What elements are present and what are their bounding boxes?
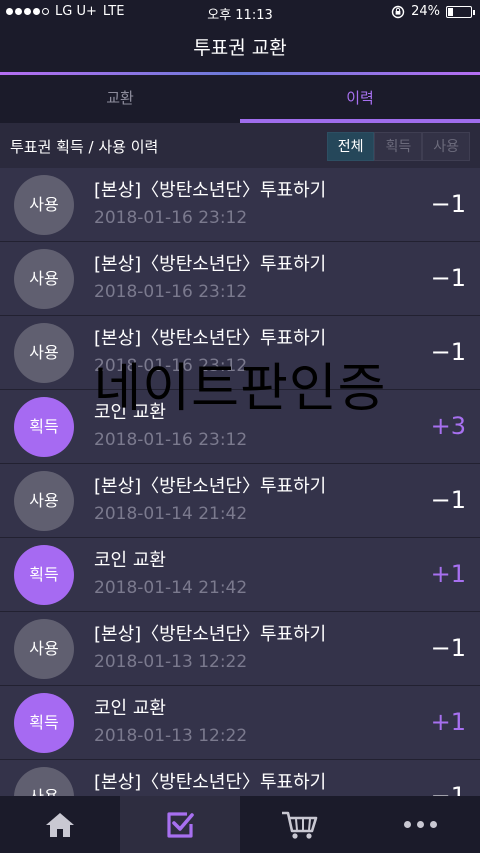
history-row-title: [본상]〈방탄소년단〉투표하기: [94, 624, 327, 645]
history-row-amount: −1: [430, 782, 466, 796]
history-row[interactable]: 사용 [본상]〈방탄소년단〉투표하기 2018-01-16 23:12 −1: [0, 168, 480, 242]
history-row-amount: +3: [430, 412, 466, 440]
history-row-date: 2018-01-16 23:12: [94, 208, 248, 228]
history-row-title: [본상]〈방탄소년단〉투표하기: [94, 772, 327, 793]
history-row-amount: −1: [430, 634, 466, 662]
history-list[interactable]: 사용 [본상]〈방탄소년단〉투표하기 2018-01-16 23:12 −1 사용 [본상…: [0, 168, 480, 796]
history-row[interactable]: 사용 [본상]〈방탄소년단〉투표하기 2018-01-16 23:12 −1: [0, 242, 480, 316]
battery-icon: [446, 5, 475, 18]
history-row-date: 2018-01-16 23:12: [94, 430, 248, 450]
history-row-date: 2018-01-14 21:42: [94, 578, 248, 598]
used-badge: 사용: [14, 249, 74, 309]
home-icon: [46, 812, 74, 837]
filter-all-button[interactable]: 전체: [326, 132, 375, 161]
more-icon: [403, 821, 437, 828]
history-row-title: [본상]〈방탄소년단〉투표하기: [94, 328, 327, 349]
filter-segmented-control: 전체 획득 사용: [326, 132, 470, 161]
history-row-amount: −1: [430, 264, 466, 292]
history-row-date: 2018-01-16 23:12: [94, 356, 248, 376]
history-row-amount: +1: [430, 560, 466, 588]
tab-history[interactable]: 이력: [240, 75, 480, 123]
acquired-badge: 획득: [14, 545, 74, 605]
used-badge: 사용: [14, 619, 74, 679]
history-row-date: 2018-01-16 23:12: [94, 282, 248, 302]
history-row[interactable]: 사용 [본상]〈방탄소년단〉투표하기 2018-01-16 23:12 −1: [0, 316, 480, 390]
battery-level: [448, 7, 454, 16]
bottom-navigation: [0, 796, 480, 853]
used-badge: 사용: [14, 471, 74, 531]
rotation-lock-icon: [391, 5, 405, 18]
history-row[interactable]: 사용 [본상]〈방탄소년단〉투표하기 2018-01-14 21:42 −1: [0, 464, 480, 538]
history-row-date: 2018-01-13 12:22: [94, 726, 248, 746]
filter-used-button[interactable]: 사용: [422, 132, 470, 161]
cart-icon: [282, 811, 318, 839]
history-section-title: 투표권 획득 / 사용 이력: [10, 138, 159, 156]
tab-bar: 교환 이력: [0, 75, 480, 123]
acquired-badge: 획득: [14, 693, 74, 753]
history-row-amount: −1: [430, 486, 466, 514]
history-row-title: [본상]〈방탄소년단〉투표하기: [94, 476, 327, 497]
bottom-nav-more[interactable]: [360, 796, 480, 853]
tab-exchange[interactable]: 교환: [0, 75, 240, 123]
history-row-amount: +1: [430, 708, 466, 736]
navigation-bar: 투표권 교환: [0, 24, 480, 72]
history-row-amount: −1: [430, 338, 466, 366]
bottom-nav-home[interactable]: [0, 796, 120, 853]
history-row[interactable]: 획득 코인 교환 2018-01-13 12:22 +1: [0, 686, 480, 760]
history-row-title: [본상]〈방탄소년단〉투표하기: [94, 180, 327, 201]
used-badge: 사용: [14, 767, 74, 796]
filter-acquired-button[interactable]: 획득: [374, 132, 423, 161]
used-badge: 사용: [14, 175, 74, 235]
status-bar: LG U+ LTE 오후 11:13 24%: [0, 0, 480, 24]
bottom-nav-vote[interactable]: [120, 796, 240, 853]
filter-row: 투표권 획득 / 사용 이력 전체 획득 사용: [0, 123, 480, 168]
history-row-title: 코인 교환: [94, 550, 166, 571]
history-row[interactable]: 사용 [본상]〈방탄소년단〉투표하기 2018-01-13 12:22 −1: [0, 612, 480, 686]
history-row-title: [본상]〈방탄소년단〉투표하기: [94, 254, 327, 275]
history-row[interactable]: 획득 코인 교환 2018-01-16 23:12 +3: [0, 390, 480, 464]
history-row-date: 2018-01-14 21:42: [94, 504, 248, 524]
history-row-date: 2018-01-13 12:22: [94, 652, 248, 672]
acquired-badge: 획득: [14, 397, 74, 457]
vote-check-icon: [167, 811, 194, 838]
status-right: 24%: [391, 4, 475, 19]
history-row[interactable]: 사용 [본상]〈방탄소년단〉투표하기 −1: [0, 760, 480, 796]
history-row-amount: −1: [430, 190, 466, 218]
used-badge: 사용: [14, 323, 74, 383]
history-row-title: 코인 교환: [94, 402, 166, 423]
history-row[interactable]: 획득 코인 교환 2018-01-14 21:42 +1: [0, 538, 480, 612]
bottom-nav-shop[interactable]: [240, 796, 360, 853]
history-row-title: 코인 교환: [94, 698, 166, 719]
battery-percent: 24%: [411, 4, 440, 19]
page-title: 투표권 교환: [193, 37, 287, 59]
